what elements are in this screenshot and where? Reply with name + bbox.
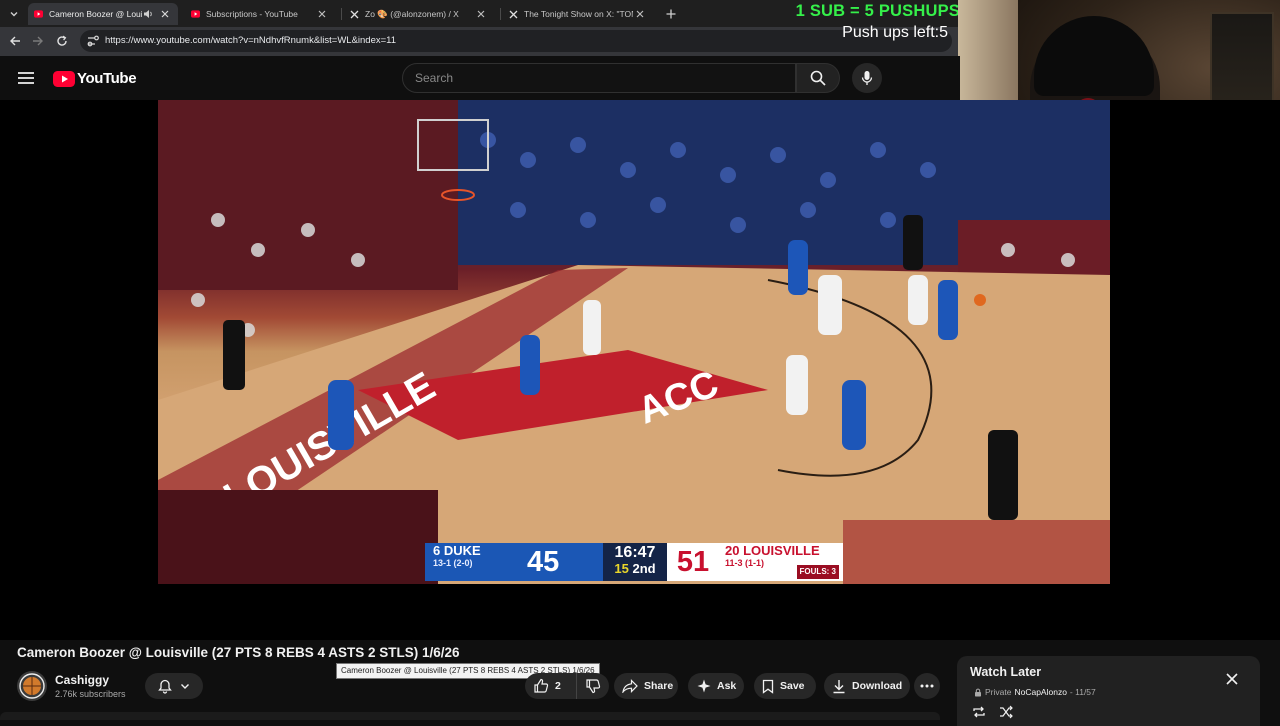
shot-clock: 15 [614, 561, 629, 576]
scoreboard: 6 DUKE 13-1 (2-0) 45 16:47 15 2nd 51 20 … [425, 543, 843, 581]
video-frame[interactable]: ACC LOUISVILLE 6 DUKE 13-1 (2-0) 45 16:4… [158, 100, 1110, 584]
shuffle-icon[interactable] [999, 705, 1013, 719]
playlist-privacy: Private [985, 687, 1012, 697]
tab-search-menu-icon[interactable] [4, 4, 24, 24]
playlist-owner[interactable]: NoCapAlonzo [1014, 687, 1066, 697]
sparkle-icon [697, 679, 711, 693]
browser-tab[interactable]: The Tonight Show on X: "TONIGHT [503, 3, 653, 25]
tab-separator [500, 8, 501, 20]
pushup-counter: Push ups left:5 [842, 24, 948, 41]
dislike-button[interactable] [577, 678, 609, 694]
notification-bell-button[interactable] [145, 673, 203, 699]
share-button[interactable]: Share [614, 673, 678, 699]
search-button[interactable] [796, 63, 840, 93]
x-icon [350, 10, 359, 19]
save-label: Save [780, 680, 805, 692]
download-button[interactable]: Download [824, 673, 910, 699]
youtube-logo-text: YouTube [77, 70, 137, 87]
channel-avatar[interactable] [17, 671, 47, 701]
away-team-panel: 6 DUKE 13-1 (2-0) [425, 543, 521, 581]
microphone-icon [861, 71, 873, 85]
new-tab-icon[interactable] [663, 6, 679, 22]
like-button[interactable]: 2 [525, 673, 577, 699]
download-label: Download [852, 680, 903, 692]
browser-tab[interactable]: Zo 🎨 (@alonzonem) / X [344, 3, 494, 25]
playlist-panel: Watch Later Private NoCapAlonzo - 11/57 [957, 656, 1260, 726]
search-input[interactable] [403, 64, 783, 92]
away-team-name: DUKE [443, 543, 481, 558]
home-team-panel: 20 LOUISVILLE 11-3 (1-1) FOULS: 3 [719, 543, 843, 581]
share-label: Share [644, 680, 674, 692]
reload-icon[interactable] [54, 33, 70, 49]
game-clock: 16:47 [614, 544, 656, 561]
youtube-header: YouTube [0, 56, 960, 100]
youtube-icon [191, 10, 200, 19]
share-icon [622, 679, 638, 693]
away-record: 13-1 (2-0) [433, 558, 473, 568]
more-actions-button[interactable] [914, 673, 940, 699]
url-text: https://www.youtube.com/watch?v=nNdhvfRn… [105, 35, 397, 46]
streamer-beanie [1034, 16, 1154, 96]
bell-icon [158, 679, 172, 694]
menu-icon[interactable] [16, 69, 36, 87]
voice-search-button[interactable] [852, 63, 882, 93]
close-tab-icon[interactable] [633, 7, 647, 21]
tab-title: Zo 🎨 (@alonzonem) / X [365, 8, 459, 19]
x-icon [509, 10, 518, 19]
home-score: 51 [667, 543, 719, 581]
tab-title: The Tonight Show on X: "TONIGHT [524, 9, 633, 19]
home-fouls: FOULS: 3 [796, 565, 839, 579]
pushup-promo-text: 1 SUB = 5 PUSHUPS [795, 2, 960, 20]
game-period: 2nd [632, 561, 656, 576]
playlist-title[interactable]: Watch Later [970, 665, 1041, 679]
video-player[interactable]: ACC LOUISVILLE 6 DUKE 13-1 (2-0) 45 16:4… [0, 100, 1280, 640]
speaker-icon[interactable] [142, 8, 154, 20]
ask-label: Ask [717, 680, 737, 692]
thumbs-down-icon [586, 679, 601, 694]
lock-icon [975, 688, 981, 696]
game-clock-panel: 16:47 15 2nd [603, 543, 667, 581]
search-box [402, 63, 796, 93]
subscriber-count: 2.76k subscribers [55, 689, 126, 699]
like-count: 2 [555, 680, 561, 692]
stream-overlay: 1 SUB = 5 PUSHUPS Push ups left:5 [776, 2, 960, 42]
description-box-edge [0, 712, 940, 720]
site-info-icon[interactable] [86, 34, 100, 48]
tab-separator [341, 8, 342, 20]
basketball-court-scene: ACC LOUISVILLE [158, 100, 1110, 584]
home-rank: 20 [725, 543, 740, 558]
close-icon[interactable] [1225, 672, 1239, 686]
browser-tab-active[interactable]: Cameron Boozer @ Louisville [28, 3, 178, 25]
download-icon [833, 679, 845, 693]
home-team-name: LOUISVILLE [743, 543, 820, 558]
playlist-position: - 11/57 [1069, 687, 1096, 697]
save-button[interactable]: Save [754, 673, 816, 699]
close-tab-icon[interactable] [315, 7, 329, 21]
close-tab-icon[interactable] [158, 7, 172, 21]
more-horizontal-icon [920, 684, 934, 688]
close-tab-icon[interactable] [474, 7, 488, 21]
browser-tab[interactable]: Subscriptions - YouTube [185, 3, 335, 25]
youtube-logo[interactable]: YouTube [53, 70, 137, 87]
away-score: 45 [521, 543, 603, 581]
youtube-icon [34, 10, 43, 19]
thumbs-up-icon [534, 678, 549, 693]
back-arrow-icon[interactable] [7, 33, 23, 49]
chevron-down-icon [181, 684, 189, 689]
playlist-meta: Private NoCapAlonzo - 11/57 [974, 687, 1096, 697]
youtube-play-icon [53, 70, 75, 87]
channel-name[interactable]: Cashiggy [55, 673, 109, 687]
ask-button[interactable]: Ask [688, 673, 744, 699]
like-dislike-group: 2 [525, 673, 609, 699]
search-icon [810, 70, 826, 86]
tab-title: Cameron Boozer @ Louisville [49, 9, 142, 19]
bookmark-icon [762, 679, 774, 694]
loop-icon[interactable] [972, 705, 986, 719]
away-rank: 6 [433, 543, 441, 558]
video-title: Cameron Boozer @ Louisville (27 PTS 8 RE… [17, 645, 460, 660]
tab-title: Subscriptions - YouTube [206, 9, 298, 19]
forward-arrow-icon[interactable] [30, 33, 46, 49]
